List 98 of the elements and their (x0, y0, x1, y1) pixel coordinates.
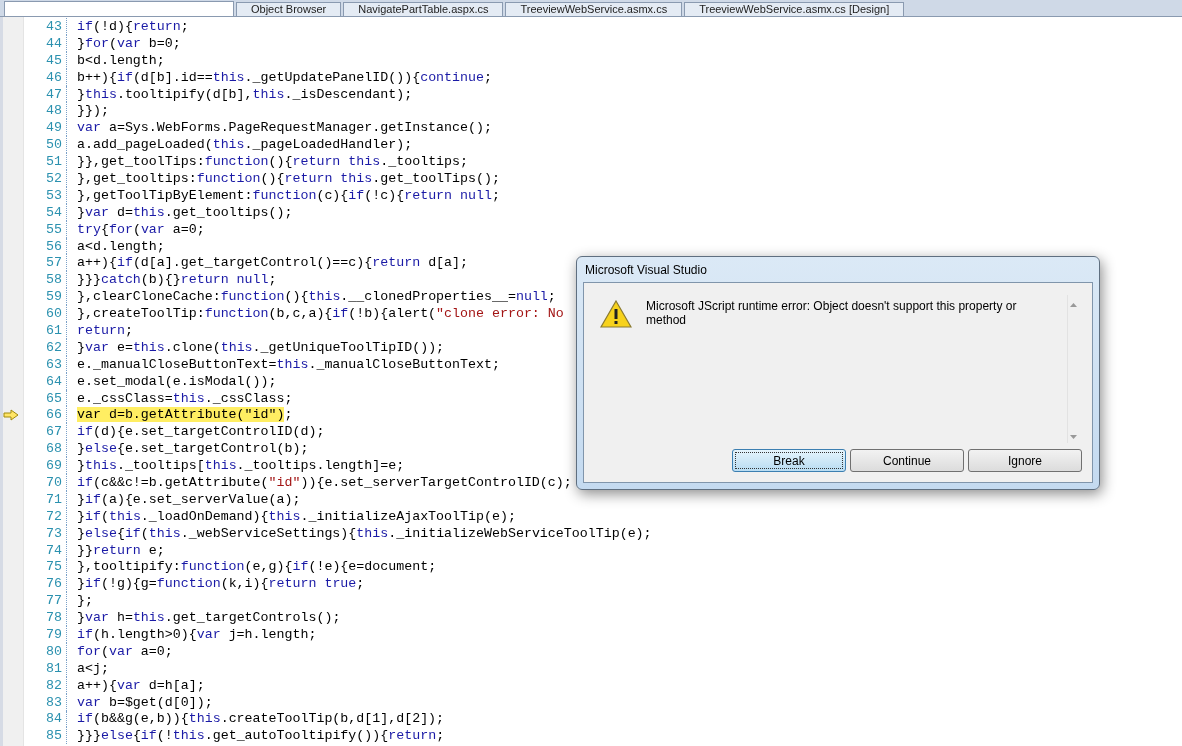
code-line: }if(this._loadOnDemand){this._initializeAjaxToolTip(e); (77, 508, 516, 524)
line-number: 72 (45, 508, 62, 524)
line-number: 66 (45, 407, 62, 423)
code-line: a<d.length; (77, 238, 165, 254)
code-line: var d=b.getAttribute("id"); (77, 407, 293, 423)
code-line: b<d.length; (77, 52, 165, 68)
line-number: 54 (45, 204, 62, 220)
line-number: 59 (45, 289, 62, 305)
error-message: Microsoft JScript runtime error: Object doesn't support this property or method (646, 298, 1018, 329)
code-line: }var h=this.get_targetControls(); (77, 610, 341, 626)
line-number: 58 (45, 272, 62, 288)
dialog-button[interactable]: Ignore (968, 449, 1082, 472)
code-line: if(b&&g(e,b)){this.createToolTip(b,d[1],d[2]); (77, 711, 445, 727)
code-line: }for(var b=0; (77, 35, 181, 51)
code-line: e._manualCloseButtonText=this._manualCloseButtonText; (77, 356, 500, 372)
code-line: }}}catch(b){}return null; (77, 272, 277, 288)
code-line: },clearCloneCache:function(){this.__clonedProperties__=null; (77, 289, 556, 305)
code-line: }if(!g){g=function(k,i){return true; (77, 576, 365, 592)
line-number: 50 (45, 137, 62, 153)
line-number: 84 (45, 711, 62, 727)
code-line: b++){if(d[b].id==this._getUpdatePanelID()){continue; (77, 69, 492, 85)
code-line: if(c&&c!=b.getAttribute("id")){e.set_serverTargetControlID(c); (77, 475, 572, 490)
line-number: 74 (45, 542, 62, 558)
line-number: 56 (45, 238, 62, 254)
code-line: for(var a=0; (77, 643, 173, 659)
line-number: 49 (45, 120, 62, 136)
line-number: 79 (45, 627, 62, 642)
line-number: 65 (45, 390, 62, 406)
code-line: }}}else{if(!this.get_autoTooltipify()){return; (77, 728, 445, 744)
code-line: }if(a){e.set_serverValue(a); (77, 491, 301, 507)
code-line: var a=Sys.WebForms.PageRequestManager.getInstance(); (77, 120, 492, 136)
code-line: },createToolTip:function(b,c,a){if(!b){alert("clone error: No (77, 306, 564, 322)
code-line: }else{e.set_targetControl(b); (77, 441, 309, 457)
code-line: }var d=this.get_tooltips(); (77, 204, 293, 220)
line-number: 45 (45, 52, 62, 68)
code-line: }else{if(this._webServiceSettings){this._initializeWebServiceToolTip(e); (77, 525, 652, 541)
code-line: a++){var d=h[a]; (77, 677, 205, 693)
code-line: if(h.length>0){var j=h.length; (77, 627, 317, 642)
code-line: if(d){e.set_targetControlID(d); (77, 424, 325, 440)
code-line: }; (77, 593, 93, 609)
line-number: 80 (45, 643, 62, 659)
line-number: 76 (45, 576, 62, 592)
code-line: if(!d){return; (77, 18, 189, 34)
warning-icon (600, 300, 632, 328)
document-tab[interactable]: NavigatePartTable.aspx.cs (343, 2, 504, 16)
document-tab[interactable]: TreeviewWebService.asmx.cs (505, 2, 683, 16)
line-number: 47 (45, 86, 62, 102)
line-number: 53 (45, 187, 62, 203)
line-number: 83 (45, 694, 62, 710)
code-line: },tooltipify:function(e,g){if(!e){e=document; (77, 559, 437, 575)
code-line: try{for(var a=0; (77, 221, 205, 237)
line-number: 68 (45, 441, 62, 457)
dialog-button[interactable]: Break (732, 449, 846, 472)
code-line: e.set_modal(e.isModal()); (77, 373, 277, 389)
line-number: 67 (45, 424, 62, 440)
code-line: }this.tooltipify(d[b],this._isDescendant); (77, 86, 413, 102)
line-number: 57 (45, 255, 62, 271)
code-line: a++){if(d[a].get_targetControl()==c){return d[a]; (77, 255, 469, 271)
line-number: 52 (45, 170, 62, 186)
line-number: 85 (45, 728, 62, 744)
line-number: 78 (45, 610, 62, 626)
scroll-up-icon[interactable] (1070, 303, 1077, 307)
document-tab[interactable]: Object Browser (236, 2, 342, 16)
line-number: 51 (45, 154, 62, 170)
line-number: 69 (45, 458, 62, 474)
code-line: }this._tooltips[this._tooltips.length]=e; (77, 458, 405, 474)
line-number: 62 (45, 339, 62, 355)
line-number: 43 (45, 18, 62, 34)
line-number: 77 (45, 593, 62, 609)
dialog-title: Microsoft Visual Studio (584, 262, 708, 279)
line-number: 71 (45, 491, 62, 507)
line-number: 61 (45, 322, 62, 338)
dialog-button[interactable]: Continue (850, 449, 964, 472)
code-line: }}); (77, 103, 109, 119)
line-number: 75 (45, 559, 62, 575)
code-line: }},get_toolTips:function(){return this._tooltips; (77, 154, 469, 170)
code-line: }}return e; (77, 542, 165, 558)
line-number: 81 (45, 660, 62, 676)
code-line: a<j; (77, 660, 109, 676)
code-line: }var e=this.clone(this._getUniqueToolTipID()); (77, 339, 445, 355)
code-line: var b=$get(d[0]); (77, 694, 213, 710)
line-number: 70 (45, 475, 62, 490)
line-number: 82 (45, 677, 62, 693)
code-line: },get_tooltips:function(){return this.get_toolTips(); (77, 170, 500, 186)
line-number: 46 (45, 69, 62, 85)
document-tab[interactable]: TreeviewWebService.asmx.cs [Design] (684, 2, 905, 16)
line-number: 48 (45, 103, 62, 119)
code-line: e._cssClass=this._cssClass; (77, 390, 293, 406)
line-number: 55 (45, 221, 62, 237)
line-number: 60 (45, 306, 62, 322)
code-line: a.add_pageLoaded(this._pageLoadedHandler); (77, 137, 413, 153)
code-line: },getToolTipByElement:function(c){if(!c){return null; (77, 187, 500, 203)
scroll-down-icon[interactable] (1070, 435, 1077, 439)
line-number: 63 (45, 356, 62, 372)
code-line: return; (77, 322, 133, 338)
line-number: 64 (45, 373, 62, 389)
line-number: 73 (45, 525, 62, 541)
line-number: 44 (45, 35, 62, 51)
